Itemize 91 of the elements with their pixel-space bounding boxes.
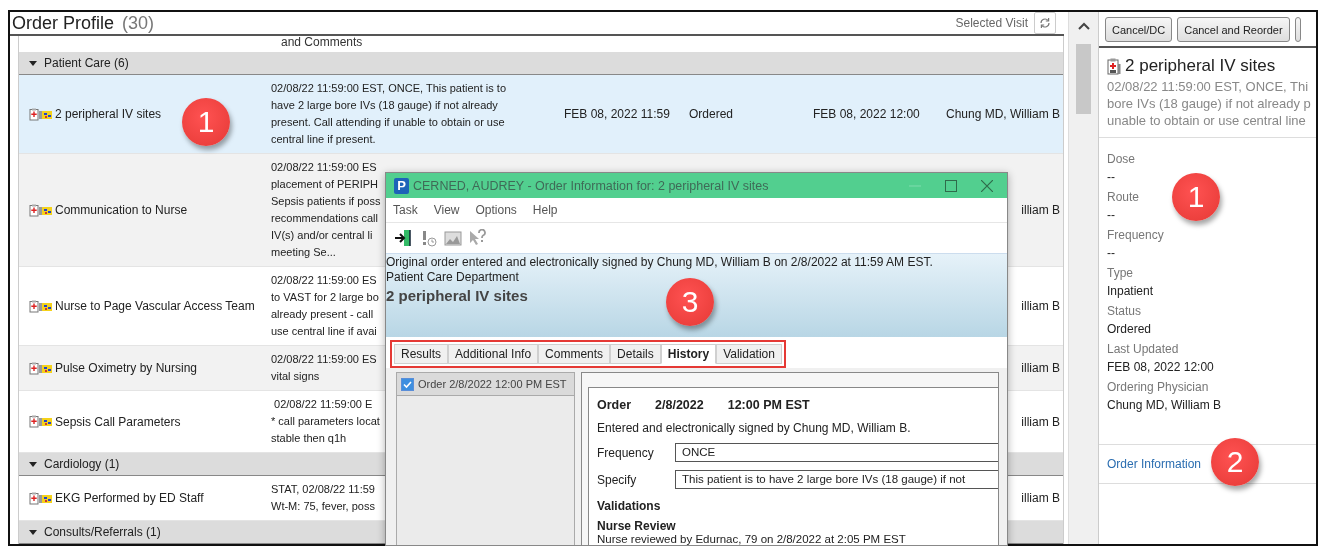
- history-time: 12:00 PM EST: [727, 398, 810, 412]
- order-details-text: IV(s) and/or central li: [271, 228, 373, 243]
- field-value: --: [1107, 208, 1115, 222]
- order-details-text: 02/08/22 11:59:00 ES: [271, 160, 377, 175]
- signature-text: Entered and electronically signed by Chung MD, William B.: [597, 421, 911, 435]
- table-cell: illiam B: [1021, 491, 1060, 505]
- order-summary-text: 02/08/22 11:59:00 EST, ONCE, Thi: [1107, 78, 1310, 95]
- read-only-field: ONCE: [675, 443, 998, 462]
- field-label: Ordering Physician: [1107, 380, 1209, 394]
- table-cell: illiam B: [1021, 299, 1060, 313]
- menu-item[interactable]: View: [433, 203, 460, 217]
- order-details-text: Wt-M: 75, fever, poss: [271, 499, 375, 514]
- action-button[interactable]: Cancel and Reorder: [1177, 17, 1290, 42]
- table-cell: Ordered: [689, 107, 734, 121]
- field-label: Frequency: [1107, 228, 1164, 242]
- table-cell: FEB 08, 2022 11:59: [564, 107, 670, 121]
- tab[interactable]: Results: [394, 344, 448, 364]
- order-details-text: * call parameters locat: [271, 414, 380, 429]
- order-name: 2 peripheral IV sites: [55, 107, 162, 121]
- order-details-text: 02/08/22 11:59:00 E: [273, 397, 373, 412]
- order-name: Communication to Nurse: [55, 203, 188, 217]
- order-details-text: placement of PERIPH: [271, 177, 378, 192]
- order-title: 2 peripheral IV sites: [1125, 56, 1276, 76]
- tab[interactable]: Comments: [538, 344, 611, 364]
- field-value: Chung MD, William B: [1107, 398, 1222, 412]
- field-label: Frequency: [597, 445, 655, 460]
- order-details-text: and Comments: [281, 36, 363, 49]
- table-cell: FEB 08, 2022 12:00: [813, 107, 920, 121]
- tab[interactable]: Validation: [716, 344, 782, 364]
- read-only-field: This patient is to have 2 large bore IVs (18 gauge) if not: [675, 470, 998, 489]
- order-details-text: central line if present.: [271, 132, 376, 147]
- order-details-text: Sepsis patients if poss: [271, 194, 381, 209]
- order-details-text: vital signs: [271, 369, 320, 384]
- history-item[interactable]: Order 2/8/2022 12:00 PM EST: [397, 373, 574, 396]
- order-details-text: recommendations call: [271, 211, 378, 226]
- field-label: Dose: [1107, 152, 1135, 166]
- order-summary-text: unable to obtain or use central line: [1107, 112, 1307, 129]
- order-details-text: stable then q1h: [271, 431, 347, 446]
- section-heading: Nurse Review: [597, 519, 676, 533]
- visit-filter-label: Selected Visit: [955, 16, 1028, 30]
- field-value: --: [1107, 170, 1115, 184]
- order-name: EKG Performed by ED Staff: [55, 491, 204, 505]
- order-details-text: 02/08/22 11:59:00 ES: [271, 273, 377, 288]
- order-details-text: 02/08/22 11:59:00 EST, ONCE, This patient is to: [271, 81, 506, 96]
- table-cell: illiam B: [1021, 203, 1060, 217]
- order-name: Pulse Oximetry by Nursing: [55, 361, 198, 375]
- menu-item[interactable]: Task: [393, 203, 418, 217]
- field-value: Inpatient: [1107, 284, 1154, 298]
- field-label: Type: [1107, 266, 1133, 280]
- callout-badge: 1: [1172, 173, 1220, 221]
- tab[interactable]: Additional Info: [448, 344, 539, 364]
- section-heading: Validations: [597, 499, 661, 513]
- tab[interactable]: Details: [610, 344, 661, 364]
- history-action: Order: [597, 398, 632, 412]
- menu-item[interactable]: Options: [475, 203, 517, 217]
- panel-title: Order Profile: [12, 12, 115, 34]
- tab[interactable]: History: [660, 344, 717, 364]
- callout-badge: 2: [1211, 438, 1259, 486]
- order-details-text: use central line if avai: [271, 324, 377, 339]
- table-cell: illiam B: [1021, 361, 1060, 375]
- order-details-text: present. Call attending if unable to obtain or use: [271, 115, 505, 130]
- order-details-text: STAT, 02/08/22 11:59: [271, 482, 375, 497]
- app-logo: P: [394, 177, 409, 194]
- group-header[interactable]: Patient Care (6): [19, 52, 1063, 75]
- field-label: Status: [1107, 304, 1142, 318]
- field-label: Specify: [597, 472, 638, 487]
- order-details-text: have 2 large bore IVs (18 gauge) if not already: [271, 98, 498, 113]
- review-text: Nurse reviewed by Edurnac, 79 on 2/8/2022 at 2:05 PM EST: [597, 533, 906, 545]
- action-button[interactable]: Cancel/DC: [1105, 17, 1173, 42]
- field-label: Route: [1107, 190, 1140, 204]
- order-summary-text: bore IVs (18 gauge) if not already p: [1107, 95, 1312, 112]
- order-details-text: to VAST for 2 large bo: [271, 290, 379, 305]
- order-signature-text: Original order entered and electronically signed by Chung MD, William B on 2/8/2022 at 11:59 AM EST.: [386, 255, 933, 270]
- order-details-text: 02/08/22 11:59:00 ES: [271, 352, 377, 367]
- order-name: Nurse to Page Vascular Access Team: [55, 299, 255, 313]
- order-details-text: meeting Se...: [271, 245, 336, 260]
- field-label: Last Updated: [1107, 342, 1179, 356]
- window-title: CERNED, AUDREY - Order Information for: 2 peripheral IV sites: [413, 178, 769, 193]
- history-date: 2/8/2022: [655, 398, 704, 412]
- menu-item[interactable]: Help: [532, 203, 558, 217]
- field-value: Ordered: [1107, 322, 1152, 336]
- table-cell: illiam B: [1021, 414, 1060, 429]
- field-value: --: [1107, 246, 1115, 260]
- table-cell: Chung MD, William B: [945, 107, 1060, 121]
- field-value: FEB 08, 2022 12:00: [1107, 360, 1214, 374]
- order-name: Sepsis Call Parameters: [55, 414, 181, 429]
- order-details-text: already present - call: [271, 307, 374, 322]
- order-information-link[interactable]: Order Information: [1107, 457, 1202, 471]
- order-count: (30): [122, 12, 155, 34]
- department-text: Patient Care Department: [386, 270, 519, 285]
- order-name-heading: 2 peripheral IV sites: [386, 288, 528, 303]
